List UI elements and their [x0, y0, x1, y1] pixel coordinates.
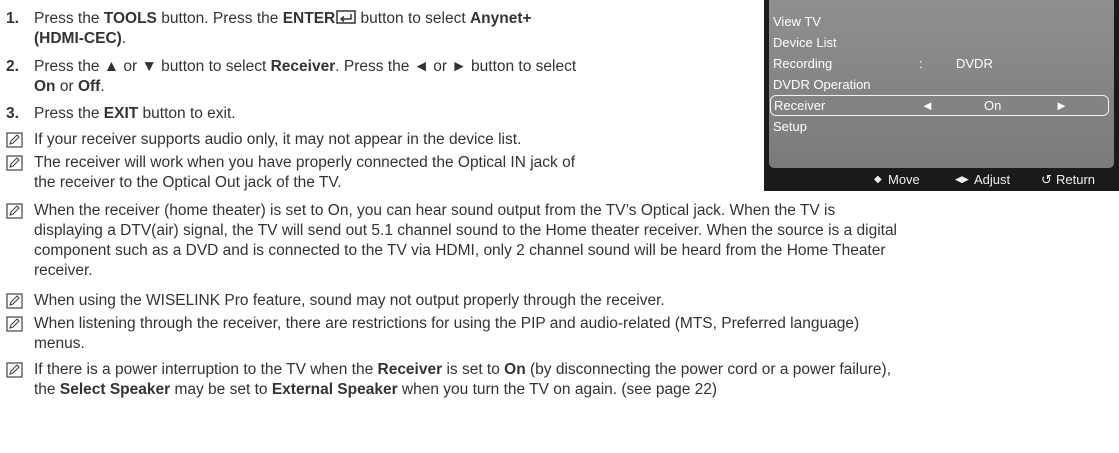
note-5: When listening through the receiver, the… [6, 314, 1116, 354]
note-text: When using the WISELINK Pro feature, sou… [34, 292, 665, 309]
step-number: 1. [6, 10, 19, 27]
move-hint: Move [888, 172, 920, 187]
osd-menu-panel: View TV Device List Recording : DVDR DVD… [769, 0, 1114, 168]
note-text: When listening through the receiver, the… [34, 315, 860, 352]
step-text: Press the EXIT button to exit. [34, 105, 236, 122]
menu-item-view-tv[interactable]: View TV [773, 12, 1108, 32]
note-2: The receiver will work when you have pro… [6, 153, 776, 193]
note-3: When the receiver (home theater) is set … [6, 201, 1116, 281]
step-text: Press the TOOLS button. Press the ENTER … [34, 10, 532, 47]
note-icon [6, 155, 23, 171]
receiver-value: On [984, 98, 1002, 113]
menu-item-device-list[interactable]: Device List [773, 33, 1108, 53]
left-arrow-icon[interactable]: ◄ [921, 96, 934, 115]
menu-item-recording[interactable]: Recording : DVDR [773, 54, 1108, 74]
enter-button-label: ENTER [282, 10, 336, 27]
step-text: Press the ▲ or ▼ button to select Receiv… [34, 58, 577, 95]
note-text: When the receiver (home theater) is set … [34, 202, 898, 279]
note-icon [6, 203, 23, 219]
note-1: If your receiver supports audio only, it… [6, 130, 776, 150]
move-icon: ◆ [874, 174, 882, 185]
enter-icon [336, 10, 356, 24]
note-text: If there is a power interruption to the … [34, 361, 891, 398]
anynet-osd-menu: View TV Device List Recording : DVDR DVD… [764, 0, 1119, 191]
return-icon: ↺ [1041, 172, 1052, 187]
note-text: The receiver will work when you have pro… [34, 154, 576, 191]
osd-help-bar: ◆ Move ◀▶ Adjust ↺ Return [764, 168, 1119, 191]
menu-item-receiver[interactable]: Receiver ◄ On ► [770, 95, 1109, 116]
adjust-hint: Adjust [974, 172, 1011, 187]
note-icon [6, 362, 23, 378]
recording-value: DVDR [956, 56, 993, 71]
note-6: If there is a power interruption to the … [6, 360, 1116, 400]
note-icon [6, 293, 23, 309]
menu-item-setup[interactable]: Setup [773, 117, 1108, 137]
tools-button-label: TOOLS [103, 10, 157, 27]
step-1: 1. Press the TOOLS button. Press the ENT… [6, 9, 786, 49]
step-number: 3. [6, 105, 19, 122]
step-3: 3. Press the EXIT button to exit. [6, 104, 786, 124]
step-2: 2. Press the ▲ or ▼ button to select Rec… [6, 57, 786, 97]
note-text: If your receiver supports audio only, it… [34, 131, 522, 148]
note-icon [6, 132, 23, 148]
adjust-icon: ◀▶ [955, 174, 969, 184]
menu-item-dvdr-operation[interactable]: DVDR Operation [773, 75, 1108, 95]
note-4: When using the WISELINK Pro feature, sou… [6, 291, 1116, 311]
step-number: 2. [6, 58, 19, 75]
return-hint: Return [1056, 172, 1096, 187]
right-arrow-icon[interactable]: ► [1055, 96, 1068, 115]
note-icon [6, 316, 23, 332]
